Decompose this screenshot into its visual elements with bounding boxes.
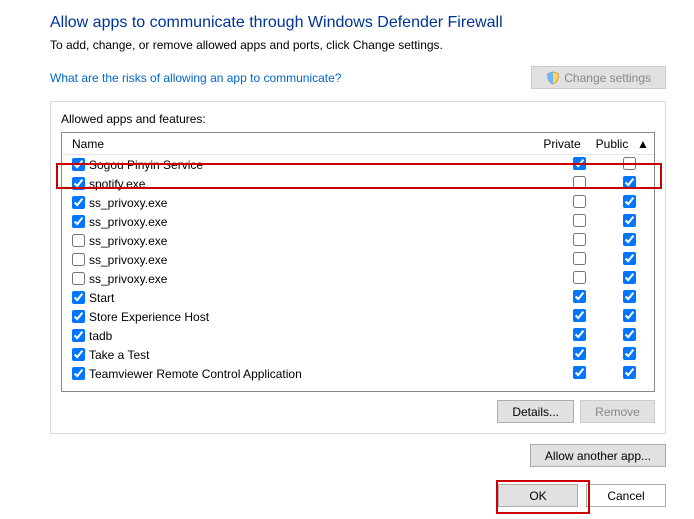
list-body[interactable]: Sogou Pinyin Service spotify.exe ss_privox… xyxy=(62,155,654,392)
list-header: Name Private Public ▲ xyxy=(62,133,654,155)
col-header-private[interactable]: Private xyxy=(537,137,587,151)
public-checkbox[interactable] xyxy=(623,157,636,170)
app-name-label: ss_privoxy.exe xyxy=(89,272,167,286)
table-row[interactable]: ss_privoxy.exe xyxy=(62,212,654,231)
public-checkbox[interactable] xyxy=(623,290,636,303)
app-enable-checkbox[interactable] xyxy=(72,291,85,304)
table-row[interactable]: Sogou Pinyin Service xyxy=(62,155,654,174)
app-enable-checkbox[interactable] xyxy=(72,234,85,247)
apps-listbox[interactable]: Name Private Public ▲ Sogou Pinyin Servi… xyxy=(61,132,655,392)
app-name-label: ss_privoxy.exe xyxy=(89,196,167,210)
change-settings-button[interactable]: Change settings xyxy=(531,66,666,89)
private-checkbox[interactable] xyxy=(573,309,586,322)
private-checkbox[interactable] xyxy=(573,271,586,284)
table-row[interactable]: Take a Test xyxy=(62,345,654,364)
table-row[interactable]: ss_privoxy.exe xyxy=(62,269,654,288)
private-checkbox[interactable] xyxy=(573,233,586,246)
page-title: Allow apps to communicate through Window… xyxy=(50,14,666,32)
app-enable-checkbox[interactable] xyxy=(72,253,85,266)
app-name-label: spotify.exe xyxy=(89,177,145,191)
allow-another-app-button[interactable]: Allow another app... xyxy=(530,444,666,467)
table-row[interactable]: spotify.exe xyxy=(62,174,654,193)
table-row[interactable]: Store Experience Host xyxy=(62,307,654,326)
ok-button[interactable]: OK xyxy=(498,484,578,507)
table-row[interactable]: tadb xyxy=(62,326,654,345)
public-checkbox[interactable] xyxy=(623,347,636,360)
private-checkbox[interactable] xyxy=(573,347,586,360)
app-enable-checkbox[interactable] xyxy=(72,329,85,342)
app-enable-checkbox[interactable] xyxy=(72,272,85,285)
app-enable-checkbox[interactable] xyxy=(72,196,85,209)
col-header-public[interactable]: Public xyxy=(587,137,637,151)
app-name-label: Start xyxy=(89,291,114,305)
private-checkbox[interactable] xyxy=(573,176,586,189)
remove-button[interactable]: Remove xyxy=(580,400,655,423)
shield-icon xyxy=(546,71,560,85)
panel-label: Allowed apps and features: xyxy=(61,112,655,126)
app-enable-checkbox[interactable] xyxy=(72,177,85,190)
private-checkbox[interactable] xyxy=(573,328,586,341)
col-header-name[interactable]: Name xyxy=(62,137,537,151)
public-checkbox[interactable] xyxy=(623,366,636,379)
app-name-label: Store Experience Host xyxy=(89,310,209,324)
app-name-label: Sogou Pinyin Service xyxy=(89,158,203,172)
page-subtitle: To add, change, or remove allowed apps a… xyxy=(50,38,666,52)
private-checkbox[interactable] xyxy=(573,157,586,170)
public-checkbox[interactable] xyxy=(623,214,636,227)
public-checkbox[interactable] xyxy=(623,271,636,284)
app-name-label: ss_privoxy.exe xyxy=(89,253,167,267)
app-enable-checkbox[interactable] xyxy=(72,215,85,228)
cancel-button[interactable]: Cancel xyxy=(586,484,666,507)
private-checkbox[interactable] xyxy=(573,214,586,227)
app-name-label: ss_privoxy.exe xyxy=(89,234,167,248)
risks-link[interactable]: What are the risks of allowing an app to… xyxy=(50,71,341,85)
table-row[interactable]: Teamviewer Remote Control Application xyxy=(62,364,654,383)
app-name-label: tadb xyxy=(89,329,112,343)
public-checkbox[interactable] xyxy=(623,233,636,246)
table-row[interactable]: ss_privoxy.exe xyxy=(62,231,654,250)
private-checkbox[interactable] xyxy=(573,290,586,303)
col-scroll-up[interactable]: ▲ xyxy=(637,137,654,151)
details-button[interactable]: Details... xyxy=(497,400,574,423)
allowed-apps-panel: Allowed apps and features: Name Private … xyxy=(50,101,666,434)
private-checkbox[interactable] xyxy=(573,252,586,265)
public-checkbox[interactable] xyxy=(623,252,636,265)
public-checkbox[interactable] xyxy=(623,328,636,341)
app-name-label: ss_privoxy.exe xyxy=(89,215,167,229)
app-enable-checkbox[interactable] xyxy=(72,367,85,380)
public-checkbox[interactable] xyxy=(623,176,636,189)
app-enable-checkbox[interactable] xyxy=(72,310,85,323)
app-enable-checkbox[interactable] xyxy=(72,348,85,361)
table-row[interactable]: ss_privoxy.exe xyxy=(62,193,654,212)
app-name-label: Take a Test xyxy=(89,348,149,362)
public-checkbox[interactable] xyxy=(623,309,636,322)
table-row[interactable]: ss_privoxy.exe xyxy=(62,250,654,269)
private-checkbox[interactable] xyxy=(573,195,586,208)
table-row[interactable]: Start xyxy=(62,288,654,307)
app-enable-checkbox[interactable] xyxy=(72,158,85,171)
public-checkbox[interactable] xyxy=(623,195,636,208)
app-name-label: Teamviewer Remote Control Application xyxy=(89,367,302,381)
change-settings-label: Change settings xyxy=(564,71,651,85)
private-checkbox[interactable] xyxy=(573,366,586,379)
